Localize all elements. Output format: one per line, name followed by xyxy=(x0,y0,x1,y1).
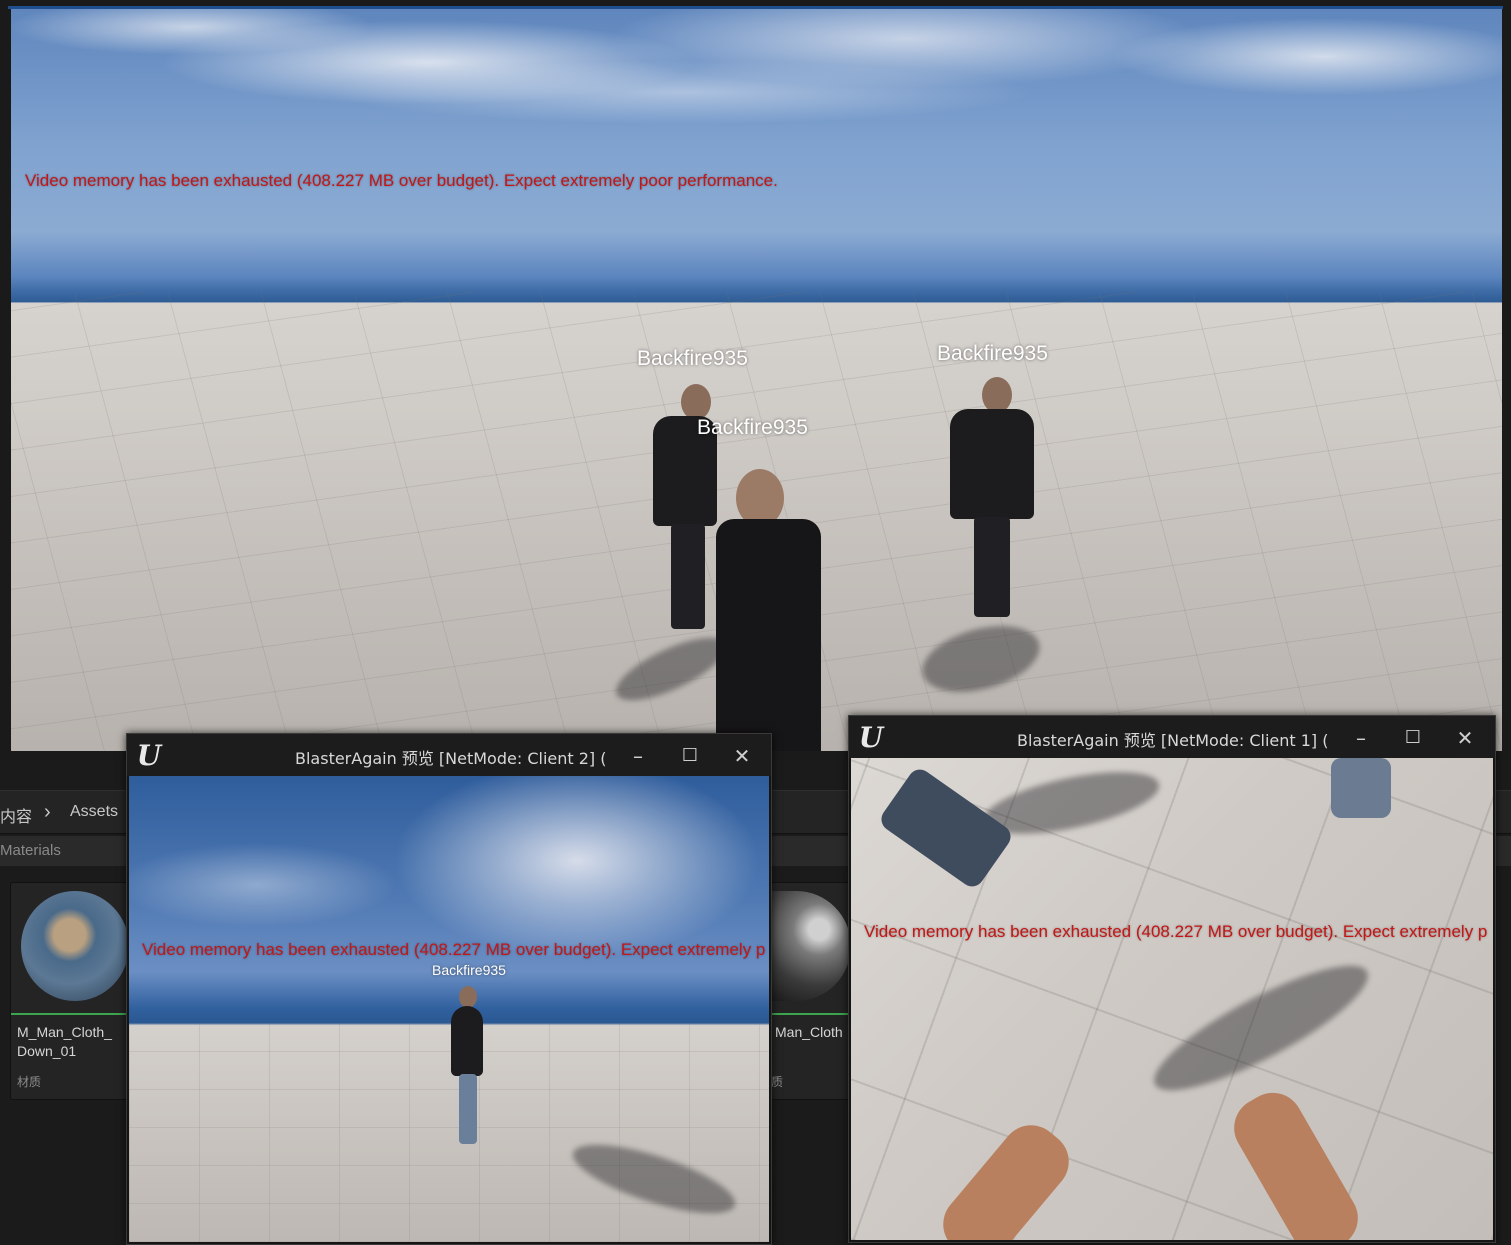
asset-tile[interactable]: Man_Cloth 质 xyxy=(770,882,851,1100)
character[interactable] xyxy=(447,986,487,1151)
folder-label: Materials xyxy=(0,842,61,859)
close-button[interactable]: ✕ xyxy=(1451,724,1479,752)
sky-clouds xyxy=(11,9,1502,306)
unreal-logo-icon: U xyxy=(136,739,162,772)
asset-type: 质 xyxy=(771,1075,784,1089)
video-memory-warning: Video memory has been exhausted (408.227… xyxy=(864,922,1488,941)
game-viewport[interactable]: Video memory has been exhausted (408.227… xyxy=(851,758,1493,1240)
asset-name: M_Man_Cloth_ xyxy=(17,1024,112,1040)
unreal-logo-icon: U xyxy=(858,721,884,754)
server-window: Video memory has been exhausted (408.227… xyxy=(0,0,1511,760)
nameplate: Backfire935 xyxy=(432,962,506,978)
minimize-button[interactable]: – xyxy=(624,742,652,770)
asset-type-underline xyxy=(771,1013,849,1015)
pie-window-client-1[interactable]: U BlasterAgain 预览 [NetMode: Client 1] ( … xyxy=(848,715,1496,1243)
character-leg xyxy=(1331,758,1391,818)
asset-type-underline xyxy=(11,1013,127,1015)
window-titlebar[interactable]: U BlasterAgain 预览 [NetMode: Client 2] ( … xyxy=(127,734,771,776)
window-titlebar[interactable]: U BlasterAgain 预览 [NetMode: Client 1] ( … xyxy=(849,716,1495,758)
video-memory-warning: Video memory has been exhausted (408.227… xyxy=(142,940,766,959)
material-thumbnail xyxy=(771,891,851,1001)
maximize-button[interactable]: ☐ xyxy=(1399,724,1427,752)
window-title: BlasterAgain 预览 [NetMode: Client 2] ( xyxy=(295,749,607,768)
nameplate: Backfire935 xyxy=(637,347,748,370)
pie-window-client-2[interactable]: U BlasterAgain 预览 [NetMode: Client 2] ( … xyxy=(126,733,772,1245)
asset-tile[interactable]: M_Man_Cloth_ Down_01 材质 xyxy=(10,882,129,1100)
video-memory-warning: Video memory has been exhausted (408.227… xyxy=(25,171,778,190)
breadcrumb-item-assets[interactable]: Assets xyxy=(70,803,118,821)
nameplate: Backfire935 xyxy=(697,416,808,439)
breadcrumb-item-content[interactable]: 内容 xyxy=(0,803,32,827)
minimize-button[interactable]: – xyxy=(1347,724,1375,752)
material-thumbnail xyxy=(21,891,129,1001)
asset-name: Down_01 xyxy=(17,1043,77,1059)
asset-name: Man_Cloth xyxy=(775,1024,843,1040)
character-3[interactable] xyxy=(936,377,1046,627)
asset-type: 材质 xyxy=(17,1075,42,1089)
game-viewport[interactable]: Video memory has been exhausted (408.227… xyxy=(11,9,1502,751)
nameplate: Backfire935 xyxy=(937,342,1048,365)
close-button[interactable]: ✕ xyxy=(728,742,756,770)
chevron-right-icon: › xyxy=(44,801,51,823)
sky-clouds xyxy=(129,776,769,1019)
character-2[interactable] xyxy=(711,469,831,751)
game-viewport[interactable]: Video memory has been exhausted (408.227… xyxy=(129,776,769,1242)
window-title: BlasterAgain 预览 [NetMode: Client 1] ( xyxy=(1017,731,1329,750)
maximize-button[interactable]: ☐ xyxy=(676,742,704,770)
